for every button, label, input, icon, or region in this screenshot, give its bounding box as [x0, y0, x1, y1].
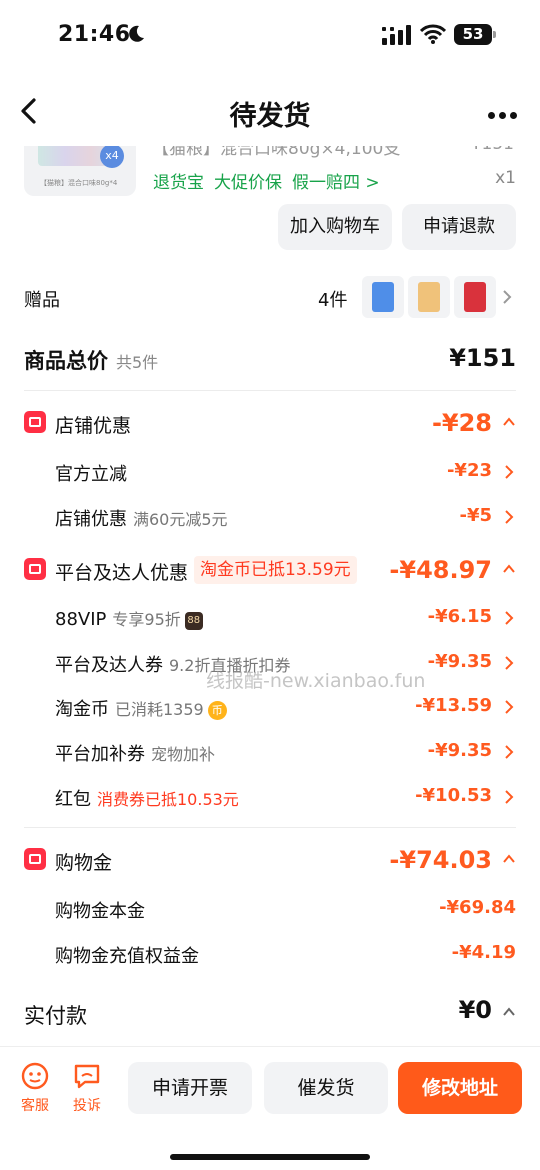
status-time: 21:46 [58, 22, 131, 47]
gifts-count: 4件 [318, 290, 348, 311]
gold-bonus-amount: -¥4.19 [451, 942, 516, 963]
wifi-icon [420, 24, 446, 44]
store-coupon-amount[interactable]: -¥5 [459, 505, 492, 526]
subsidy-coupon-label: 平台加补券 [55, 744, 145, 765]
platform-coupon-icon [24, 558, 46, 580]
store-coupon-label: 店铺优惠 [55, 509, 127, 530]
complaint-label[interactable]: 投诉 [67, 1095, 107, 1115]
subsidy-coupon-note: 宠物加补 [151, 745, 216, 764]
service-tags[interactable]: 退货宝 大促价保 假一赔四 > [153, 168, 390, 193]
chevron-up-icon[interactable] [502, 1006, 516, 1018]
chevron-right-icon[interactable] [504, 789, 514, 805]
vip-row: 88VIP 专享95折 88 [55, 606, 203, 630]
page-title: 待发货 [229, 101, 311, 132]
cellular-signal-icon [382, 25, 411, 45]
add-to-cart-button[interactable]: 加入购物车 [278, 204, 392, 250]
chevron-up-icon[interactable] [502, 416, 516, 428]
red-packet-amount[interactable]: -¥10.53 [415, 785, 492, 806]
request-invoice-button[interactable]: 申请开票 [128, 1062, 252, 1114]
gold-principal-label: 购物金本金 [55, 901, 145, 922]
urge-shipping-button[interactable]: 催发货 [264, 1062, 388, 1114]
customer-service-label[interactable]: 客服 [15, 1095, 55, 1115]
platform-discount-label: 平台及达人优惠 [55, 562, 189, 584]
product-image-caption: 【猫粮】混合口味80g*4 [40, 179, 118, 187]
gold-coin-amount[interactable]: -¥13.59 [415, 695, 492, 716]
red-packet-row: 红包 消费券已抵10.53元 [55, 785, 239, 811]
subsidy-coupon-amount[interactable]: -¥9.35 [428, 740, 492, 761]
chevron-right-icon[interactable] [504, 610, 514, 626]
refund-button[interactable]: 申请退款 [402, 204, 516, 250]
chevron-right-icon[interactable] [504, 744, 514, 760]
chevron-right-icon[interactable] [504, 509, 514, 525]
total-count: 共5件 [116, 353, 159, 372]
divider [24, 827, 516, 828]
gifts-label: 赠品 [24, 290, 60, 311]
gold-coin-note: 已消耗1359 [115, 700, 204, 719]
product-quantity: x1 [495, 168, 516, 188]
total-label: 商品总价 共5件 [24, 345, 158, 375]
status-bar: 21:46 53 [0, 0, 540, 74]
service-tag: 退货宝 [153, 173, 204, 193]
store-discount-label: 店铺优惠 [55, 415, 132, 437]
product-card[interactable]: x4 【猫粮】混合口味80g*4 【猫粮】混合口味80g×4,100支 ¥151… [0, 146, 540, 202]
service-tag: 假一赔四 > [292, 173, 380, 193]
gift-image[interactable] [454, 276, 496, 318]
moon-icon [129, 25, 144, 42]
gold-principal-amount: -¥69.84 [439, 897, 516, 918]
total-label-text: 商品总价 [24, 349, 108, 373]
divider [24, 390, 516, 391]
store-coupon-row: 店铺优惠 满60元减5元 [55, 505, 228, 531]
chevron-right-icon[interactable] [504, 699, 514, 715]
paid-label: 实付款 [24, 1004, 87, 1028]
subsidy-coupon-row: 平台加补券 宠物加补 [55, 740, 215, 766]
nav-bar: 待发货 [0, 74, 540, 146]
store-coupon-note: 满60元减5元 [133, 510, 228, 529]
chevron-up-icon[interactable] [502, 563, 516, 575]
chevron-right-icon[interactable] [504, 464, 514, 480]
gold-coin-label: 淘金币 [55, 699, 109, 720]
red-packet-note: 消费券已抵10.53元 [97, 790, 239, 809]
product-price: ¥151 [471, 146, 514, 154]
total-amount: ¥151 [449, 344, 516, 372]
gold-coin-row: 淘金币 已消耗1359 币 [55, 695, 227, 721]
platform-coupon-label: 平台及达人券 [55, 655, 163, 676]
vip-note: 专享95折 [112, 610, 181, 629]
complaint-icon[interactable] [72, 1061, 102, 1091]
product-image[interactable]: x4 【猫粮】混合口味80g*4 [24, 146, 136, 196]
battery-indicator: 53 [454, 24, 496, 45]
customer-service-icon[interactable] [20, 1061, 50, 1091]
bottom-action-bar: 客服 投诉 申请开票 催发货 修改地址 [0, 1046, 540, 1170]
product-image-tag: x4 [100, 146, 124, 168]
gift-image[interactable] [408, 276, 450, 318]
service-tag: 大促价保 [214, 173, 282, 193]
shopping-gold-label: 购物金 [55, 852, 113, 874]
shopping-gold-amount[interactable]: -¥74.03 [389, 846, 492, 874]
vip-amount[interactable]: -¥6.15 [428, 606, 492, 627]
home-indicator [170, 1154, 370, 1160]
change-address-button[interactable]: 修改地址 [398, 1062, 522, 1114]
paid-amount[interactable]: ¥0 [459, 996, 492, 1024]
chevron-right-icon[interactable] [502, 289, 512, 305]
platform-discount-amount[interactable]: -¥48.97 [389, 556, 492, 584]
red-packet-label: 红包 [55, 789, 91, 810]
platform-coupon-amount[interactable]: -¥9.35 [428, 651, 492, 672]
store-coupon-icon [24, 411, 46, 433]
gift-image[interactable] [362, 276, 404, 318]
vip-88-icon: 88 [184, 612, 203, 630]
vip-label: 88VIP [55, 609, 107, 630]
more-options-icon[interactable] [488, 104, 522, 119]
shopping-gold-icon [24, 848, 46, 870]
store-discount-amount[interactable]: -¥28 [432, 409, 492, 437]
gold-bonus-label: 购物金充值权益金 [55, 946, 199, 967]
product-name[interactable]: 【猫粮】混合口味80g×4,100支 [152, 146, 400, 159]
watermark: 线报酷-new.xianbao.fun [206, 670, 426, 692]
chevron-up-icon[interactable] [502, 853, 516, 865]
official-discount-label: 官方立减 [55, 464, 127, 485]
coin-icon: 币 [207, 701, 227, 720]
official-discount-amount[interactable]: -¥23 [447, 460, 492, 481]
chevron-right-icon[interactable] [504, 655, 514, 671]
gold-coin-badge: 淘金币已抵13.59元 [194, 556, 357, 584]
